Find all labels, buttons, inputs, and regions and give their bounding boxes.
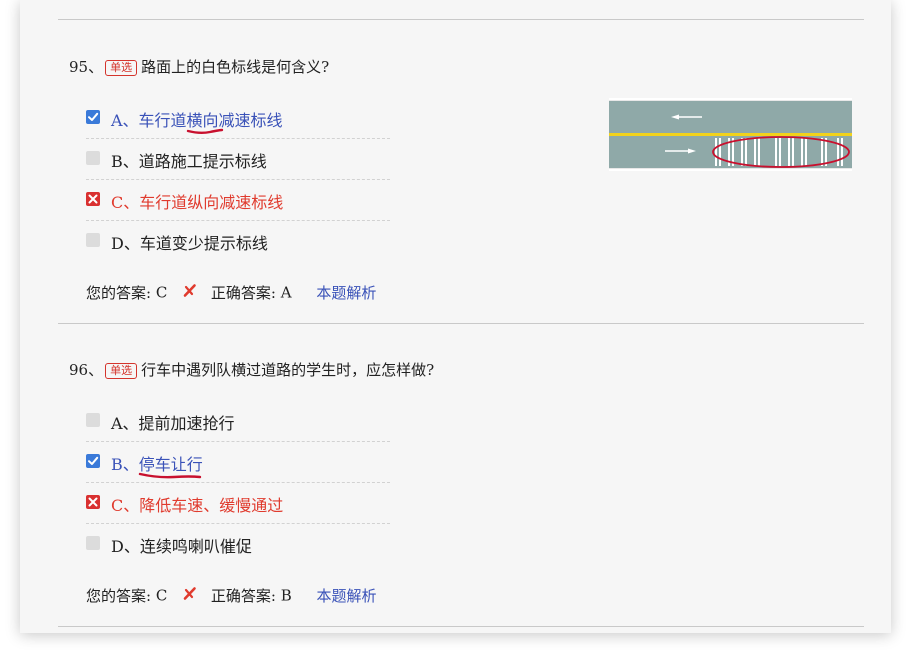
correct-answer-label: 正确答案: <box>210 284 276 302</box>
question-95-option-d[interactable]: D、车道变少提示标线 <box>86 220 390 261</box>
checkbox-wrong-icon[interactable] <box>86 495 100 509</box>
question-95-answer-line: 您的答案: C 正确答案: A 本题解析 <box>86 282 376 303</box>
your-answer-value: C <box>155 586 168 605</box>
question-96-answer-line: 您的答案: C 正确答案: B 本题解析 <box>86 585 377 606</box>
handwritten-underline-mark <box>186 128 224 134</box>
divider-top <box>58 19 864 20</box>
option-label: B、道路施工提示标线 <box>111 152 267 171</box>
question-number: 96、 <box>69 361 104 379</box>
correct-answer-label: 正确答案: <box>210 587 276 605</box>
question-96-title: 96、 单选 行车中遇列队横过道路的学生时，应怎样做? <box>69 359 434 380</box>
option-label: A、提前加速抢行 <box>111 414 235 433</box>
divider-middle <box>58 323 864 324</box>
checkbox-checked-icon[interactable] <box>86 110 100 124</box>
analysis-link[interactable]: 本题解析 <box>317 587 377 605</box>
single-choice-tag: 单选 <box>105 363 138 379</box>
question-96-option-b[interactable]: B、停车让行 <box>86 441 390 483</box>
analysis-link[interactable]: 本题解析 <box>316 284 376 302</box>
red-cross-icon <box>182 586 198 606</box>
your-answer-label: 您的答案: <box>86 587 152 605</box>
question-96-option-c[interactable]: C、降低车速、缓慢通过 <box>86 482 390 524</box>
correct-answer-value: A <box>280 283 292 302</box>
checkbox-empty-icon[interactable] <box>86 536 100 550</box>
option-label: C、车行道纵向减速标线 <box>111 193 284 212</box>
question-95-title: 95、 单选 路面上的白色标线是何含义? <box>69 56 329 77</box>
divider-bottom <box>58 626 864 627</box>
handwritten-underline-mark <box>138 472 202 479</box>
red-cross-icon <box>182 283 198 303</box>
road-marking-illustration <box>609 98 852 171</box>
question-95-option-b[interactable]: B、道路施工提示标线 <box>86 138 390 180</box>
checkbox-checked-icon[interactable] <box>86 454 100 468</box>
option-label: C、降低车速、缓慢通过 <box>111 496 284 515</box>
option-label: D、连续鸣喇叭催促 <box>111 537 252 556</box>
quiz-sheet: 95、 单选 路面上的白色标线是何含义? A、车行道横向减速标线 B、道路施工提示标… <box>20 0 891 633</box>
question-text: 路面上的白色标线是何含义? <box>141 58 330 76</box>
checkbox-empty-icon[interactable] <box>86 233 100 247</box>
your-answer-label: 您的答案: <box>86 284 152 302</box>
question-95-option-c[interactable]: C、车行道纵向减速标线 <box>86 179 390 221</box>
question-number: 95、 <box>69 58 104 76</box>
checkbox-empty-icon[interactable] <box>86 151 100 165</box>
question-95-option-a[interactable]: A、车行道横向减速标线 <box>86 97 390 139</box>
question-text: 行车中遇列队横过道路的学生时，应怎样做? <box>141 361 435 379</box>
option-label: D、车道变少提示标线 <box>111 234 268 253</box>
checkbox-empty-icon[interactable] <box>86 413 100 427</box>
question-96-option-a[interactable]: A、提前加速抢行 <box>86 400 390 442</box>
question-96-option-d[interactable]: D、连续鸣喇叭催促 <box>86 523 390 564</box>
your-answer-value: C <box>155 283 168 302</box>
single-choice-tag: 单选 <box>105 60 138 76</box>
checkbox-wrong-icon[interactable] <box>86 192 100 206</box>
correct-answer-value: B <box>280 586 292 605</box>
